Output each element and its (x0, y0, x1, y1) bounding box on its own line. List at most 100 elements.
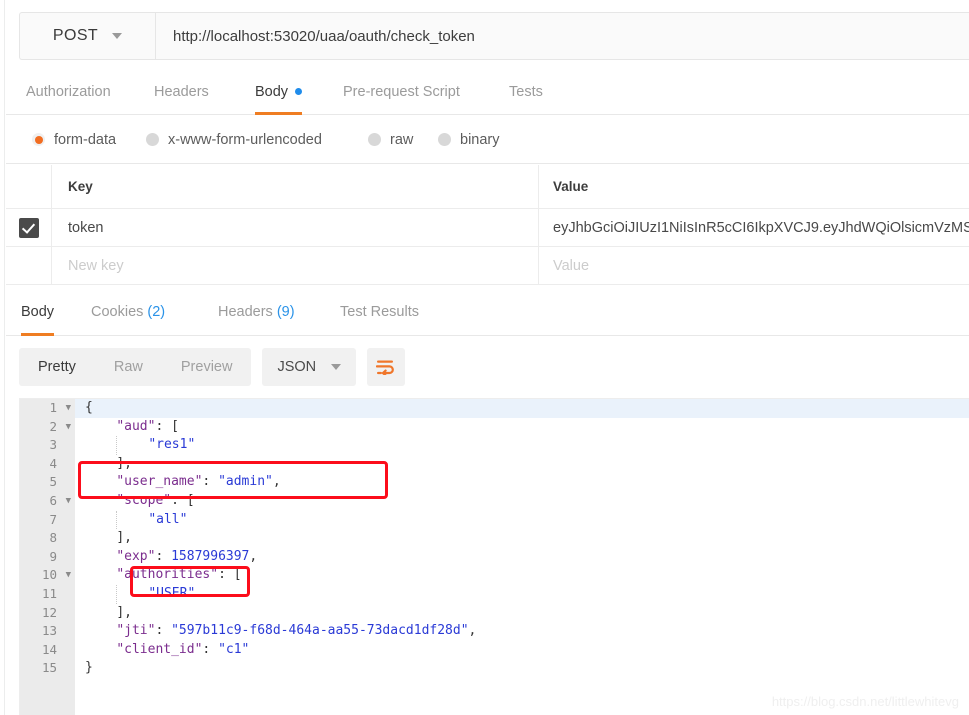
code-line: 5 "user_name": "admin", (20, 473, 969, 492)
fold-toggle-icon[interactable]: ▼ (66, 418, 71, 437)
request-tab-label: Headers (154, 84, 209, 100)
fold-toggle-icon[interactable]: ▼ (66, 492, 71, 511)
view-mode-preview[interactable]: Preview (162, 348, 252, 386)
line-number: 15 (20, 659, 75, 678)
request-url-input[interactable]: http://localhost:53020/uaa/oauth/check_t… (156, 13, 969, 59)
token-p: { (85, 400, 93, 415)
active-tab-underline (255, 112, 303, 115)
radio-icon[interactable] (438, 133, 451, 146)
token-p: : (202, 474, 219, 490)
token-p: ], (116, 530, 132, 546)
line-number: 4 (20, 454, 75, 474)
left-edge-strip (0, 0, 5, 715)
token-str: "c1" (218, 641, 250, 657)
code-lines: 1 ▼{2 ▼ "aud": [3 "res1" 4 ], 5 "user_name":… (20, 399, 969, 678)
fold-toggle-icon[interactable]: ▼ (66, 399, 71, 418)
code-line: 14 "client_id": "c1" (20, 640, 969, 660)
response-format-select[interactable]: JSON (262, 348, 357, 386)
response-body-viewer[interactable]: 1 ▼{2 ▼ "aud": [3 "res1" 4 ], 5 "user_name":… (19, 398, 969, 715)
row-key-input[interactable]: token (52, 209, 539, 246)
chevron-down-icon (331, 364, 342, 370)
code-line-text: { (75, 399, 969, 418)
body-type-radio-group: form-data x-www-form-urlencoded raw binary (6, 116, 969, 164)
line-number: 13 (20, 622, 75, 641)
column-header-value: Value (553, 179, 589, 194)
body-type-x-www-form-urlencoded[interactable]: x-www-form-urlencoded (146, 132, 322, 148)
row-enabled-checkbox[interactable] (18, 217, 39, 238)
code-line-text: "scope": [ (75, 492, 969, 511)
response-format-label: JSON (277, 359, 317, 375)
line-number: 2 ▼ (20, 417, 75, 437)
response-tab-body[interactable]: Body (21, 292, 55, 336)
token-p: , (468, 623, 477, 639)
response-tab-cookies[interactable]: Cookies (2) (91, 292, 165, 336)
response-tab-bar: Body Cookies (2) Headers (9) Test Results (6, 292, 969, 336)
token-key: "authorities" (116, 567, 219, 583)
request-url-bar: POST http://localhost:53020/uaa/oauth/ch… (19, 12, 969, 60)
active-tab-underline (21, 333, 55, 336)
code-line-text: ], (75, 455, 969, 474)
line-number: 14 (20, 640, 75, 660)
request-tab-label: Tests (509, 84, 543, 100)
table-new-row[interactable]: New key Value (6, 247, 969, 285)
body-type-form-data[interactable]: form-data (32, 132, 116, 148)
code-line-text: "user_name": "admin", (75, 473, 969, 492)
request-tab-tests[interactable]: Tests (509, 72, 543, 115)
code-line-text: "jti": "597b11c9-f68d-464a-aa55-73dacd1d… (75, 622, 969, 641)
code-line: 12 ], (20, 603, 969, 623)
response-tab-test-results[interactable]: Test Results (340, 292, 419, 336)
view-mode-raw[interactable]: Raw (95, 348, 162, 386)
http-method-select[interactable]: POST (20, 13, 156, 59)
code-line-text: "authorities": [ (75, 566, 969, 585)
code-line: 15} (20, 659, 969, 678)
request-tab-label: Body (255, 84, 289, 100)
body-type-label: form-data (54, 131, 117, 148)
chevron-down-icon (112, 33, 123, 39)
token-num: 1587996397 (171, 548, 250, 564)
code-line: 1 ▼ { (20, 399, 969, 418)
line-number: 7 (20, 510, 75, 530)
token-p: , (249, 548, 258, 564)
table-row[interactable]: token eyJhbGciOiJIUzI1NiIsInR5cCI6IkpXVC… (6, 209, 969, 247)
request-tab-authorization[interactable]: Authorization (26, 72, 111, 115)
radio-icon[interactable] (146, 133, 159, 146)
code-line-text: "USER" (75, 584, 969, 604)
request-tab-pre-request-script[interactable]: Pre-request Script (343, 72, 460, 115)
token-p: : [ (218, 567, 242, 583)
view-mode-pretty[interactable]: Pretty (19, 348, 95, 386)
radio-icon[interactable] (368, 133, 381, 146)
token-str: "597b11c9-f68d-464a-aa55-73dacd1df28d" (171, 623, 469, 639)
request-tab-bar: Authorization Headers Body Pre-request Scri… (6, 72, 969, 115)
code-line: 6 ▼ "scope": [ (20, 491, 969, 511)
response-tab-headers[interactable]: Headers (9) (218, 292, 295, 336)
code-line-text: ], (75, 604, 969, 623)
token-p: : (155, 548, 172, 564)
token-p: , (272, 474, 281, 490)
request-tab-label: Authorization (26, 84, 111, 100)
response-tab-count: (9) (272, 304, 295, 320)
line-number: 3 (20, 436, 75, 455)
line-number: 12 (20, 603, 75, 623)
code-line-text: "aud": [ (75, 418, 969, 437)
radio-icon[interactable] (32, 133, 45, 146)
request-tab-headers[interactable]: Headers (154, 72, 209, 115)
body-type-raw[interactable]: raw (368, 132, 413, 148)
token-key: "aud" (116, 418, 156, 434)
body-type-binary[interactable]: binary (438, 132, 500, 148)
code-line-text: "all" (75, 510, 969, 530)
response-tab-count: (2) (143, 304, 166, 320)
request-tab-body[interactable]: Body (255, 72, 303, 115)
row-value-input[interactable]: eyJhbGciOiJIUzI1NiIsInR5cCI6IkpXVCJ9.eyJ… (539, 209, 969, 246)
new-value-input[interactable]: Value (539, 247, 969, 284)
new-row-check-cell (6, 247, 52, 284)
http-method-label: POST (52, 27, 99, 44)
wrap-lines-button[interactable] (367, 348, 406, 386)
header-key-cell: Key (52, 165, 539, 208)
body-type-label: binary (460, 131, 500, 148)
watermark: https://blog.csdn.net/littlewhitevg (771, 694, 959, 709)
new-key-input[interactable]: New key (52, 247, 539, 284)
token-str: "admin" (218, 474, 273, 490)
token-str: "res1" (148, 437, 196, 453)
token-key: "exp" (116, 548, 156, 564)
fold-toggle-icon[interactable]: ▼ (66, 566, 71, 585)
